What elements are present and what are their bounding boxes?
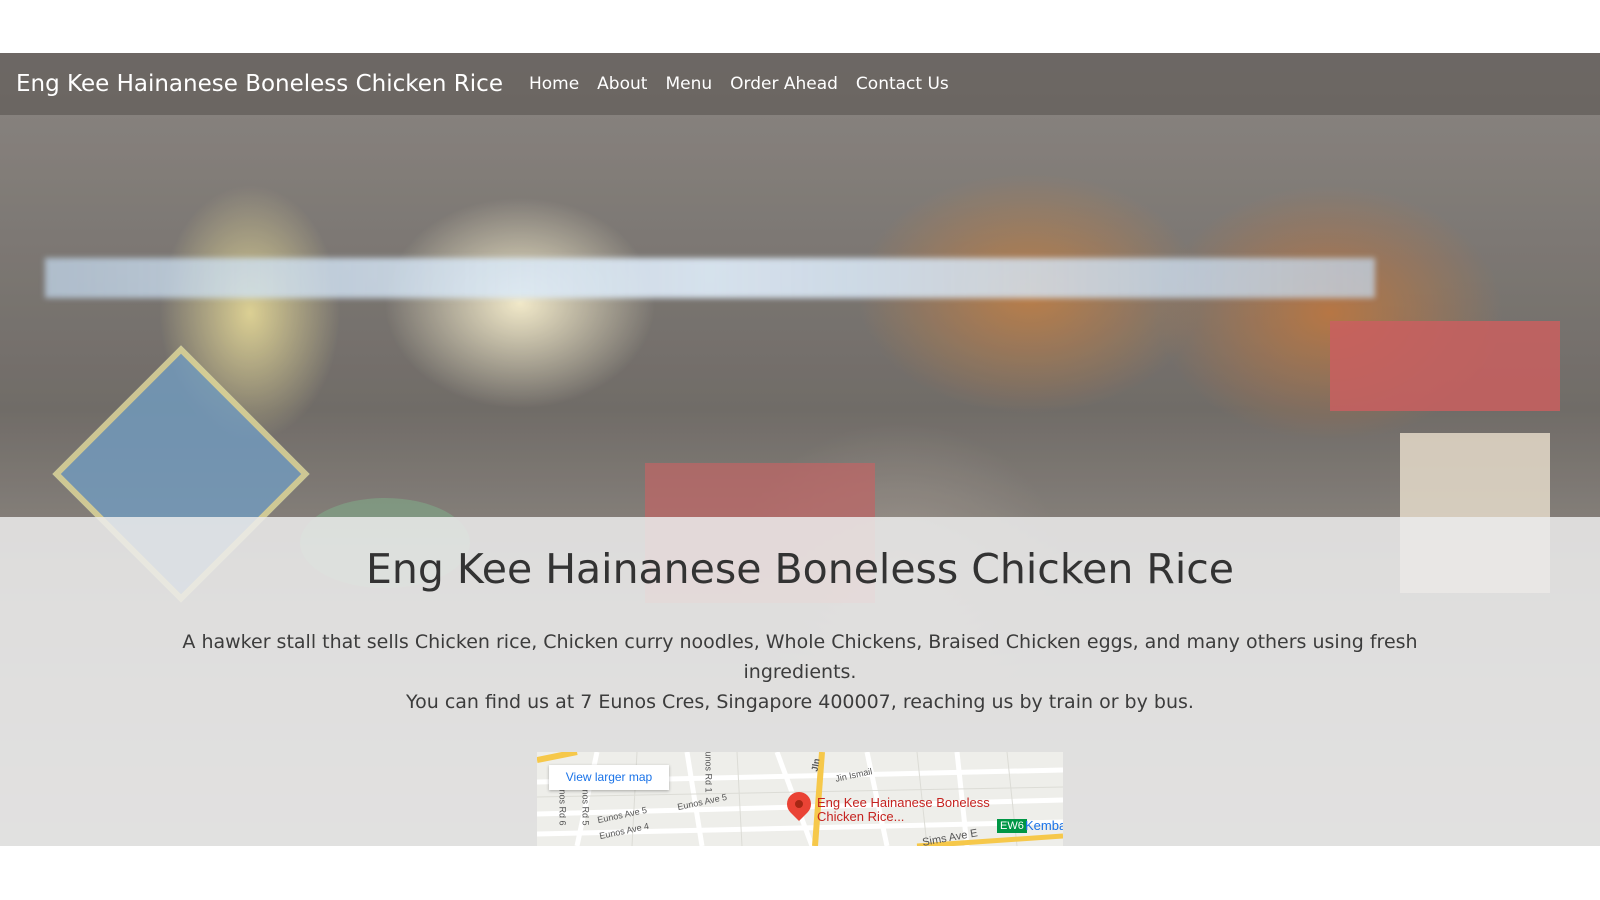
mrt-station-name[interactable]: Kembangan <box>1025 818 1063 833</box>
description-line-2: You can find us at 7 Eunos Cres, Singapo… <box>406 691 1194 713</box>
description-line-1: A hawker stall that sells Chicken rice, … <box>182 631 1418 683</box>
view-larger-map-button[interactable]: View larger map <box>549 765 669 790</box>
page-title: Eng Kee Hainanese Boneless Chicken Rice <box>365 545 1235 593</box>
map-place-label[interactable]: Eng Kee Hainanese Boneless Chicken Rice.… <box>817 796 997 824</box>
nav-about[interactable]: About <box>597 74 647 94</box>
nav-home[interactable]: Home <box>529 74 579 94</box>
intro-description: A hawker stall that sells Chicken rice, … <box>180 627 1420 717</box>
map-pin-dot <box>793 798 805 810</box>
nav-contact-us[interactable]: Contact Us <box>856 74 949 94</box>
mrt-station-badge: EW6 <box>997 819 1027 833</box>
brand-link[interactable]: Eng Kee Hainanese Boneless Chicken Rice <box>16 71 503 97</box>
nav-menu[interactable]: Menu <box>665 74 712 94</box>
nav-order-ahead[interactable]: Order Ahead <box>730 74 838 94</box>
embedded-map[interactable]: Jin Ismail Eunos Ave 5 Eunos Ave 5 Eunos… <box>537 752 1063 846</box>
top-navbar: Eng Kee Hainanese Boneless Chicken Rice … <box>0 53 1600 115</box>
nav-links: Home About Menu Order Ahead Contact Us <box>529 74 967 94</box>
street-label: Eunos Rd 1 <box>703 752 714 793</box>
